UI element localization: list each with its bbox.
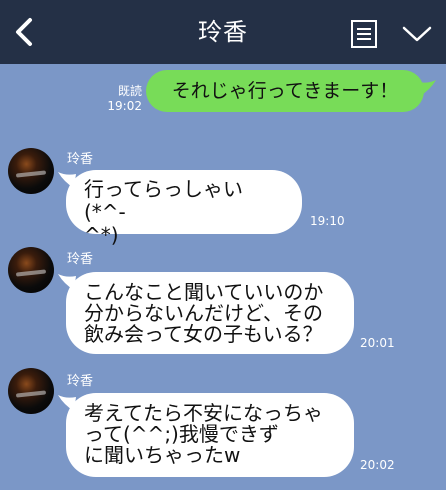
avatar[interactable]: [8, 247, 54, 293]
message-line: って(^^;)我慢できず: [84, 422, 279, 446]
message-status: 既読 19:02: [106, 84, 142, 114]
sender-name: 玲香: [67, 252, 94, 267]
message-line: 考えてたら不安になっちゃ: [84, 401, 323, 425]
message-line: 分からないんだけど、その: [84, 301, 323, 325]
outgoing-message-bubble[interactable]: それじゃ行ってきまーす！: [146, 70, 424, 112]
incoming-message-bubble[interactable]: こんなこと聞いていいのか 分からないんだけど、その 飲み会って女の子もいる？: [66, 272, 354, 354]
notes-button[interactable]: [350, 19, 378, 49]
message-line: ^*): [84, 223, 119, 247]
message-line: こんなこと聞いていいのか: [84, 280, 324, 304]
message-line: に聞いちゃったw: [84, 443, 241, 467]
read-label: 既読: [117, 84, 142, 98]
incoming-message-bubble[interactable]: 行ってらっしゃい(*^- ^*): [66, 170, 302, 247]
notes-icon: [351, 20, 377, 48]
message-line: 飲み会って女の子もいる？: [84, 322, 323, 346]
more-button[interactable]: [400, 20, 434, 48]
chat-title: 玲香: [198, 18, 248, 46]
message-time: 19:10: [310, 214, 345, 228]
message-text: それじゃ行ってきまーす！: [171, 80, 399, 102]
message-time: 20:02: [360, 458, 395, 472]
message-time: 20:01: [360, 336, 395, 350]
chevron-down-icon: [402, 26, 432, 42]
incoming-message-bubble[interactable]: 考えてたら不安になっちゃ って(^^;)我慢できず に聞いちゃったw: [66, 393, 354, 477]
avatar[interactable]: [8, 148, 54, 194]
sender-name: 玲香: [67, 374, 94, 389]
message-line: 行ってらっしゃい(*^-: [84, 177, 243, 224]
bubble-tail: [418, 80, 436, 96]
message-time: 19:02: [107, 99, 142, 113]
chat-header: 玲香: [0, 0, 446, 64]
avatar[interactable]: [8, 368, 54, 414]
sender-name: 玲香: [67, 152, 94, 167]
